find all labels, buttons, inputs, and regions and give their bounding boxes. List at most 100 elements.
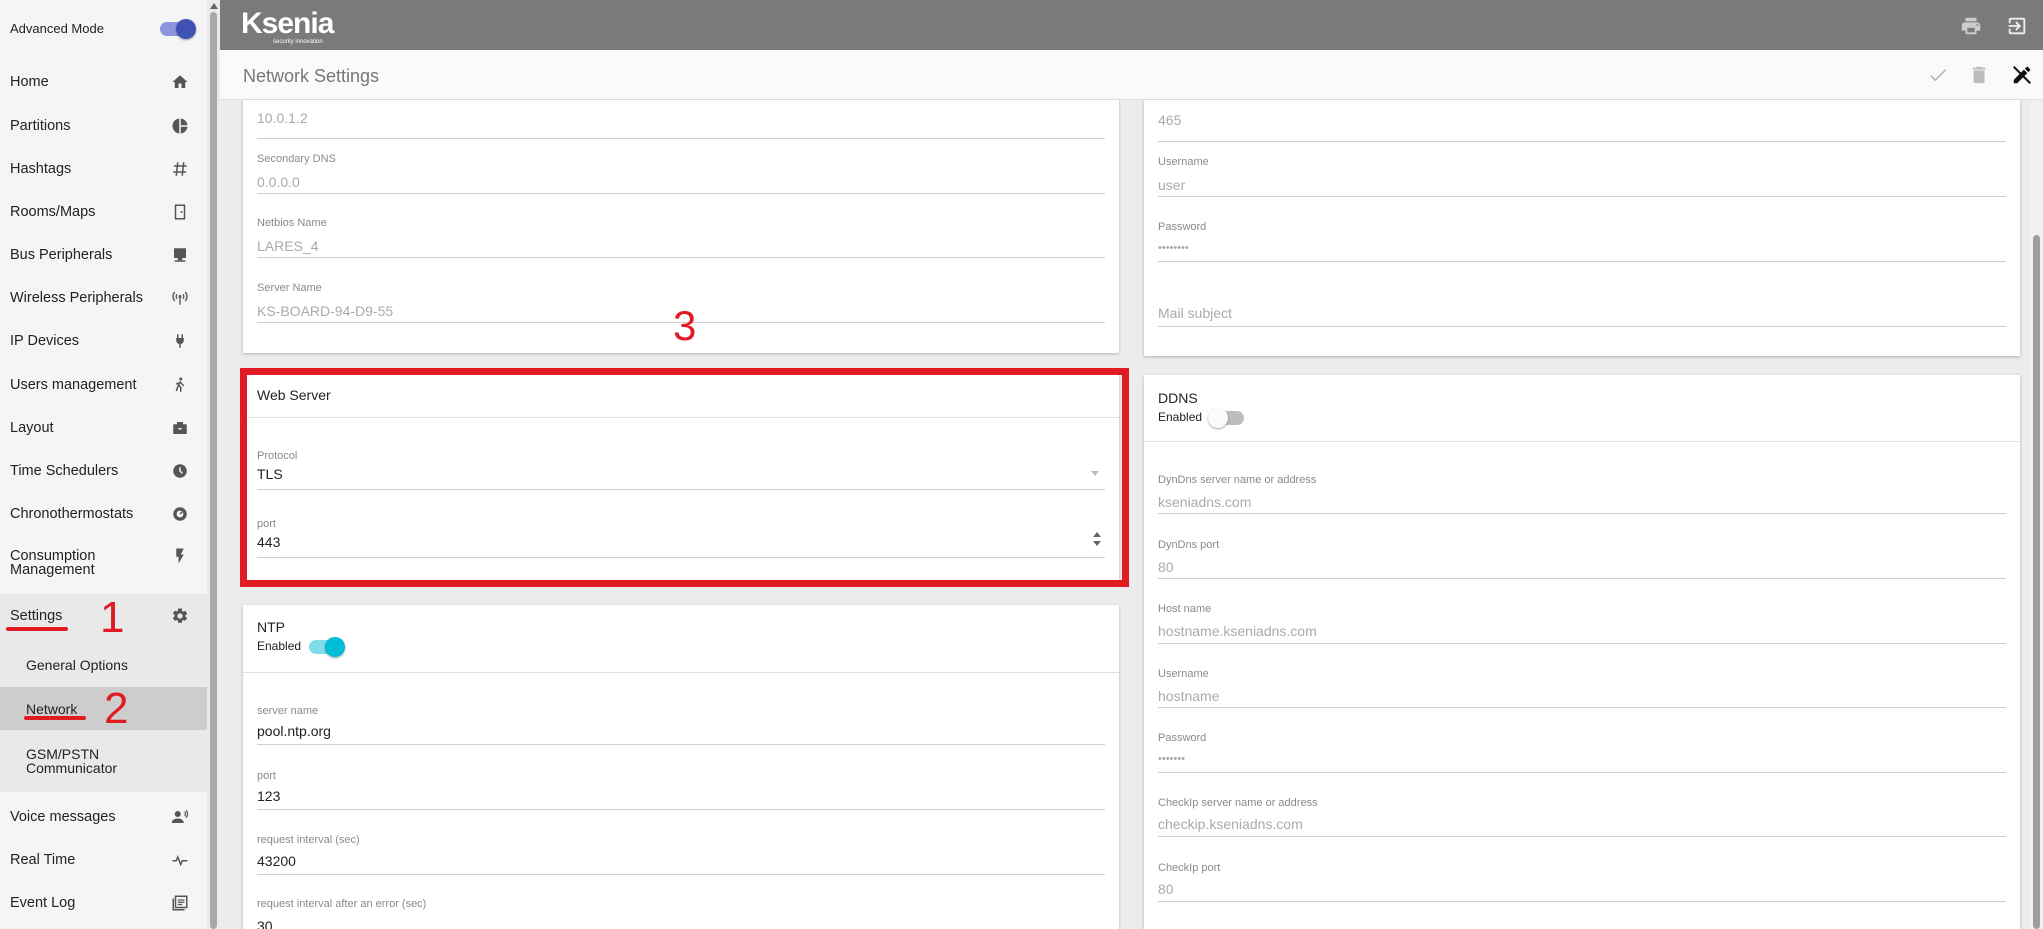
protocol-select[interactable]: Protocol TLS	[257, 450, 1105, 492]
log-icon	[169, 892, 191, 914]
field-value: LARES_4	[257, 238, 319, 254]
print-icon[interactable]	[1960, 15, 1982, 37]
field-value: 465	[1158, 112, 1182, 128]
pulse-icon	[169, 849, 191, 871]
field-label: Server Name	[257, 282, 322, 294]
primary-dns-field[interactable]: 10.0.1.2	[257, 110, 1105, 140]
hostname-field[interactable]: Host name hostname.kseniadns.com	[1158, 603, 2006, 645]
mail-subject-input[interactable]: Mail subject	[1158, 303, 2006, 333]
field-value: 30	[257, 918, 273, 929]
field-label: Password	[1158, 732, 1207, 744]
sidebar-item-label: Hashtags	[10, 160, 72, 177]
port-input[interactable]: port 443	[257, 518, 1105, 560]
annotation-number-1: 1	[100, 593, 125, 642]
field-label: Username	[1158, 668, 1209, 680]
sidebar-item-label: Layout	[10, 419, 54, 436]
sidebar-item-label: Bus Peripherals	[10, 246, 113, 263]
advanced-mode-label: Advanced Mode	[10, 21, 104, 36]
chevron-down-icon	[1091, 471, 1099, 476]
delete-icon[interactable]	[1968, 64, 1990, 86]
field-underline	[1158, 261, 2006, 262]
scroll-up-icon[interactable]	[210, 3, 218, 9]
sidebar-scrollbar[interactable]	[207, 0, 220, 929]
smtp-port-field[interactable]: 465	[1158, 112, 2006, 142]
sidebar-subitem-gsm-pstn[interactable]: GSM/PSTN Communicator	[0, 731, 207, 791]
field-underline	[1158, 901, 2006, 902]
sidebar-item-hashtags[interactable]: Hashtags	[0, 147, 207, 190]
ddns-enabled-toggle[interactable]	[1208, 408, 1244, 428]
sidebar-item-time-schedulers[interactable]: Time Schedulers	[0, 449, 207, 492]
sidebar-item-label: Users management	[10, 376, 137, 393]
sidebar-item-event-log[interactable]: Event Log	[0, 881, 207, 924]
ntp-port-field[interactable]: port 123	[257, 770, 1105, 812]
plug-icon	[169, 330, 191, 352]
ntp-enabled-toggle[interactable]	[309, 637, 345, 657]
field-value: 80	[1158, 559, 1174, 575]
annotation-underline-network	[24, 716, 86, 720]
smtp-username-field[interactable]: Username user	[1158, 156, 2006, 198]
sidebar-item-label: Chronothermostats	[10, 505, 134, 522]
sidebar-scroll-thumb[interactable]	[210, 12, 217, 929]
sidebar-item-label: Consumption Management	[10, 548, 96, 578]
sidebar-subitem-general-options[interactable]: General Options	[0, 643, 207, 686]
netbios-name-field[interactable]: Netbios Name LARES_4	[257, 217, 1105, 259]
ddns-title: DDNS	[1158, 390, 1198, 406]
dyndns-server-field[interactable]: DynDns server name or address kseniadns.…	[1158, 474, 2006, 516]
toggle-knob	[325, 637, 345, 657]
annotation-number-2: 2	[104, 684, 129, 733]
check-icon[interactable]	[1927, 64, 1949, 86]
field-label: port	[257, 518, 276, 530]
sidebar-item-layout[interactable]: Layout	[0, 406, 207, 449]
monitor-icon	[169, 244, 191, 266]
field-underline	[257, 193, 1105, 194]
ddns-username-field[interactable]: Username hostname	[1158, 668, 2006, 710]
sidebar-item-consumption-management[interactable]: Consumption Management	[0, 535, 207, 591]
sidebar-item-bus-peripherals[interactable]: Bus Peripherals	[0, 233, 207, 276]
home-icon	[169, 71, 191, 93]
sidebar-item-label: Rooms/Maps	[10, 203, 96, 220]
annotation-underline-settings	[6, 627, 68, 631]
checkip-server-field[interactable]: CheckIp server name or address checkip.k…	[1158, 797, 2006, 839]
spin-up-icon[interactable]	[1093, 532, 1101, 537]
spin-down-icon[interactable]	[1093, 541, 1101, 546]
card-divider	[1144, 441, 2020, 442]
sidebar-item-voice-messages[interactable]: Voice messages	[0, 795, 207, 838]
ntp-error-interval-field[interactable]: request interval after an error (sec) 30	[257, 898, 1105, 929]
flash-icon	[169, 545, 191, 567]
sidebar-item-wireless-peripherals[interactable]: Wireless Peripherals	[0, 276, 207, 319]
field-underline	[257, 257, 1105, 258]
main-scroll-thumb[interactable]	[2033, 235, 2040, 929]
field-value: hostname	[1158, 688, 1220, 704]
field-underline	[1158, 141, 2006, 142]
sidebar-subitem-label: Network	[26, 700, 78, 717]
main-scrollbar[interactable]	[2030, 100, 2043, 929]
sidebar-item-chronothermostats[interactable]: Chronothermostats	[0, 492, 207, 535]
ntp-server-field[interactable]: server name pool.ntp.org	[257, 705, 1105, 747]
sidebar-item-rooms-maps[interactable]: Rooms/Maps	[0, 190, 207, 233]
field-label: port	[257, 770, 276, 782]
field-label: Secondary DNS	[257, 153, 336, 165]
sidebar-item-real-time[interactable]: Real Time	[0, 838, 207, 881]
sidebar-item-users-management[interactable]: Users management	[0, 363, 207, 406]
ddns-password-field[interactable]: Password •••••••	[1158, 732, 2006, 774]
edit-off-icon[interactable]	[2011, 64, 2033, 86]
ddns-enabled-label: Enabled	[1158, 410, 1203, 424]
sidebar-item-partitions[interactable]: Partitions	[0, 104, 207, 147]
checkip-port-field[interactable]: CheckIp port 80	[1158, 862, 2006, 904]
secondary-dns-field[interactable]: Secondary DNS 0.0.0.0	[257, 153, 1105, 195]
field-label: Password	[1158, 221, 1207, 233]
ntp-interval-field[interactable]: request interval (sec) 43200	[257, 834, 1105, 876]
toggle-knob	[1208, 408, 1228, 428]
field-label: Protocol	[257, 450, 298, 462]
logout-icon[interactable]	[2006, 15, 2028, 37]
field-underline	[257, 138, 1105, 139]
smtp-password-field[interactable]: Password ••••••••	[1158, 221, 2006, 263]
person-walking-icon	[169, 374, 191, 396]
ksenia-logo: Ksenia security innovation	[241, 7, 351, 47]
dyndns-port-field[interactable]: DynDns port 80	[1158, 539, 2006, 581]
sidebar-item-label: Time Schedulers	[10, 462, 119, 479]
advanced-mode-toggle[interactable]	[160, 19, 196, 39]
sidebar-item-ip-devices[interactable]: IP Devices	[0, 319, 207, 362]
sidebar-item-home[interactable]: Home	[0, 60, 207, 103]
ntp-card: NTP Enabled server name pool.ntp.org por…	[243, 605, 1119, 929]
